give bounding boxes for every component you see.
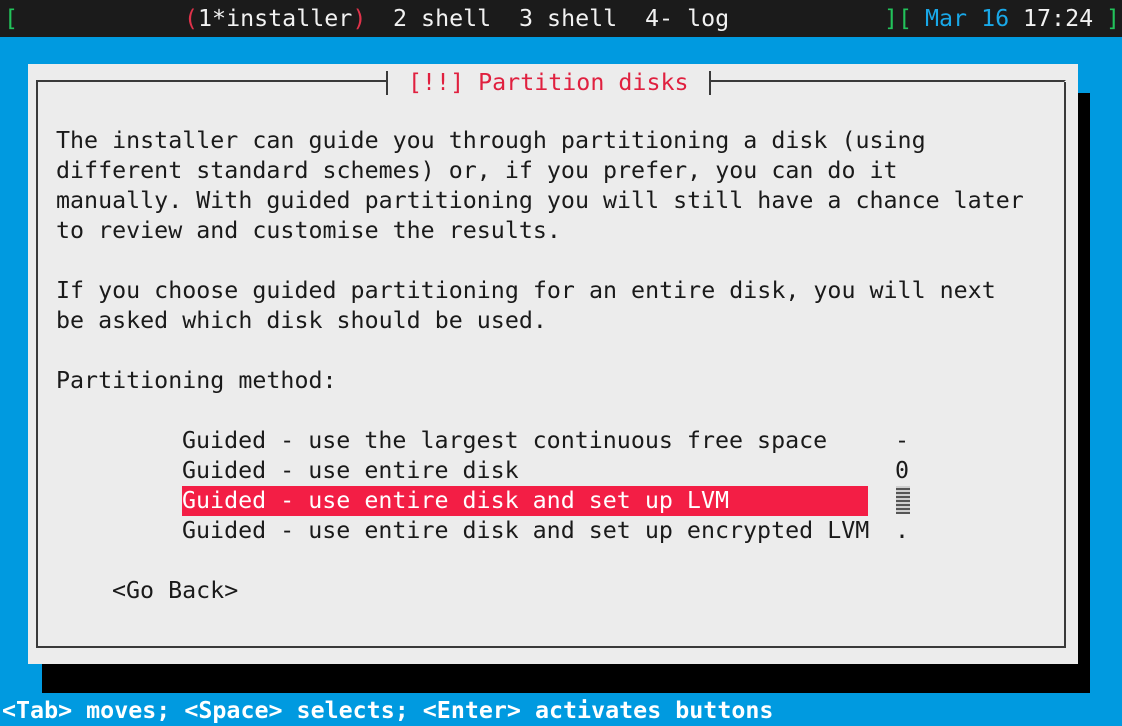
option-largest-free-space[interactable]: Guided - use the largest continuous free… xyxy=(182,426,827,456)
scroll-bottom-indicator: . xyxy=(895,517,910,544)
window-tab-paren-left: ( xyxy=(184,5,199,32)
method-label: Partitioning method: xyxy=(56,367,337,394)
go-back-button[interactable]: <Go Back> xyxy=(112,576,238,606)
option-entire-disk[interactable]: Guided - use entire disk xyxy=(182,456,519,486)
window-tab-shell-3[interactable]: 3 shell xyxy=(519,4,617,34)
window-tab-installer-label: 1*installer xyxy=(198,5,353,32)
scroll-mid-indicator: 0 xyxy=(895,457,910,484)
window-tab-installer[interactable]: (1*installer) xyxy=(184,4,366,34)
intro-line-2: different standard schemes) or, if you p… xyxy=(56,157,898,184)
scroll-top-indicator: - xyxy=(895,427,910,454)
status-bracket-left: ][ xyxy=(884,5,913,32)
status-bracket-right: ] xyxy=(1106,5,1121,32)
intro-line-4: to review and customise the results. xyxy=(56,217,561,244)
intro-line-3: manually. With guided partitioning you w… xyxy=(56,187,1024,214)
dialog-title: [!!] Partition disks xyxy=(408,69,689,96)
tmux-status-bar: [ (1*installer) 2 shell 3 shell 4- log ]… xyxy=(0,0,1122,37)
dialog-title-bar: [!!] Partition disks xyxy=(386,68,711,98)
scroll-thumb[interactable] xyxy=(896,486,910,514)
window-tab-paren-right: ) xyxy=(352,5,367,32)
guided-line-1: If you choose guided partitioning for an… xyxy=(56,277,996,304)
guided-line-2: be asked which disk should be used. xyxy=(56,307,547,334)
bar-left-bracket: [ xyxy=(4,5,19,32)
window-tab-shell-2[interactable]: 2 shell xyxy=(393,4,491,34)
help-line: <Tab> moves; <Space> selects; <Enter> ac… xyxy=(2,697,774,724)
status-date: Mar 16 xyxy=(925,5,1010,32)
option-entire-disk-lvm[interactable]: Guided - use entire disk and set up LVM xyxy=(182,486,868,516)
option-entire-disk-encrypted-lvm[interactable]: Guided - use entire disk and set up encr… xyxy=(182,516,869,546)
window-tab-log-4[interactable]: 4- log xyxy=(645,4,729,34)
status-time: 17:24 xyxy=(1023,5,1094,32)
intro-line-1: The installer can guide you through part… xyxy=(56,127,926,154)
